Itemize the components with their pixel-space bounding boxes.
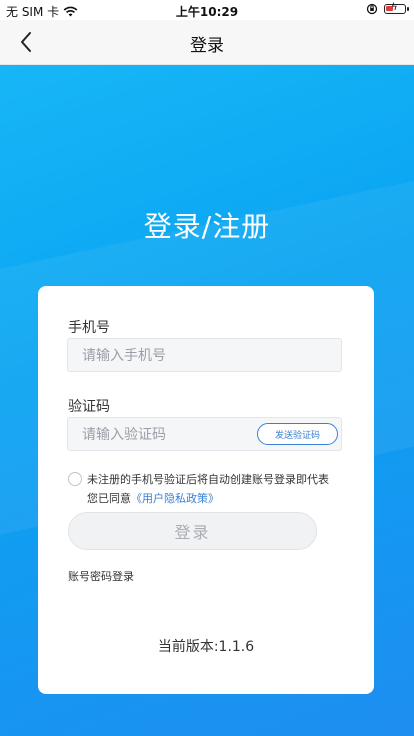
agreement-checkbox[interactable]	[68, 472, 82, 486]
agreement-text: 未注册的手机号验证后将自动创建账号登录即代表 您已同意《用户隐私政策》	[87, 470, 367, 508]
send-code-button[interactable]: 发送验证码	[257, 423, 338, 445]
code-label: 验证码	[68, 399, 110, 415]
status-bar: 无 SIM 卡 上午10:29 ϟ	[0, 0, 414, 20]
hero-title: 登录/注册	[143, 210, 271, 243]
privacy-policy-link[interactable]: 《用户隐私政策》	[131, 492, 219, 505]
charging-bolt-icon: ϟ	[391, 2, 398, 13]
agreement-line2: 您已同意《用户隐私政策》	[87, 489, 367, 508]
status-right: ϟ	[366, 2, 409, 15]
verification-code-input[interactable]	[80, 418, 254, 452]
login-card: 手机号 验证码 发送验证码 未注册的手机号验证后将自动创建账号登录即代表 您已同…	[38, 286, 374, 694]
phone-label: 手机号	[68, 320, 110, 336]
nav-bar: 登录	[0, 20, 414, 65]
phone-input[interactable]	[80, 339, 254, 373]
code-field-box: 发送验证码	[67, 417, 342, 452]
agreement-prefix: 您已同意	[87, 492, 131, 505]
phone-field-box	[67, 338, 342, 373]
status-time: 上午10:29	[175, 5, 239, 19]
orientation-lock-icon	[366, 3, 378, 15]
page-title: 登录	[190, 36, 224, 56]
version-text: 当前版本:1.1.6	[157, 639, 255, 655]
agreement-line1: 未注册的手机号验证后将自动创建账号登录即代表	[87, 473, 329, 486]
account-password-login-link[interactable]: 账号密码登录	[68, 568, 134, 584]
login-button[interactable]: 登录	[68, 512, 317, 550]
battery-charging-icon: ϟ	[384, 2, 409, 14]
